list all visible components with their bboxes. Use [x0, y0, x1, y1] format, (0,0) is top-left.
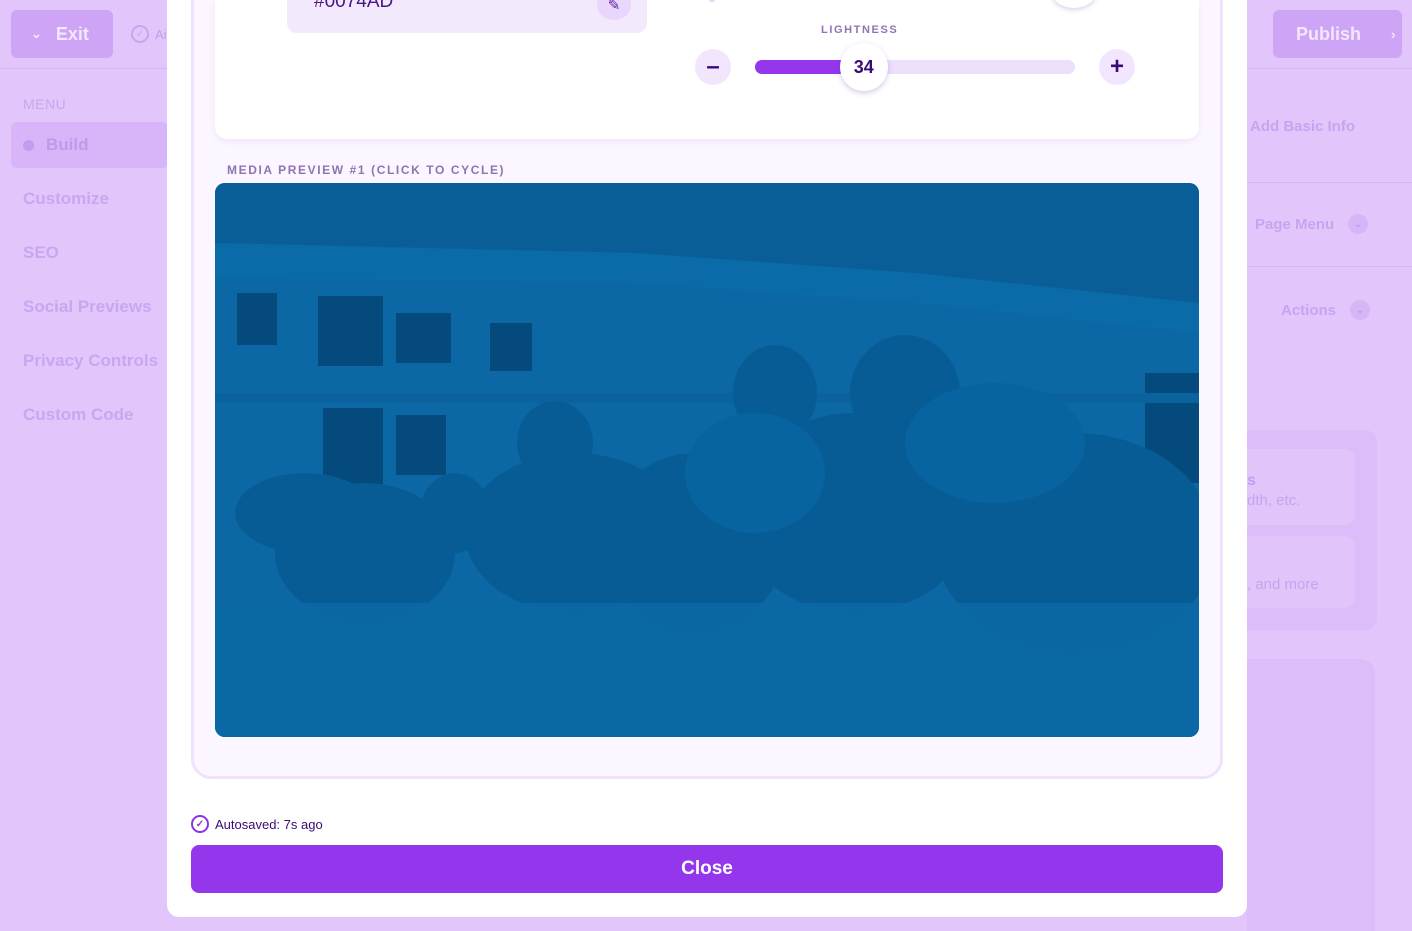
hex-value: #0074AD [314, 0, 394, 12]
actions-dropdown[interactable]: Actions ⌄ [1281, 300, 1371, 320]
sidebar-item-label: Customize [23, 189, 109, 208]
sidebar-item-build[interactable]: Build [11, 122, 168, 168]
close-button[interactable]: Close [191, 845, 1223, 893]
chevron-right-icon: › [1391, 26, 1396, 42]
lightness-slider-thumb[interactable]: 34 [839, 43, 888, 91]
minus-icon: – [706, 53, 720, 80]
publish-button[interactable]: Publish › [1273, 10, 1402, 58]
lightness-label: LIGHTNESS [821, 24, 899, 36]
publish-label: Publish [1296, 23, 1362, 44]
menu-heading: MENU [23, 96, 67, 112]
upper-slider-thumb[interactable] [1051, 0, 1097, 8]
lightness-slider-track[interactable] [755, 60, 1075, 74]
active-dot-icon [23, 139, 34, 151]
eyedropper-icon[interactable]: ✎ [597, 0, 631, 20]
exit-label: Exit [55, 23, 89, 44]
chevron-down-icon: ⌄ [31, 26, 42, 41]
top-autosave-label: Ai [155, 26, 167, 42]
lightness-value: 34 [853, 56, 874, 77]
color-settings-modal: #0074AD ✎ LIGHTNESS – 34 + MEDIA PREVIEW… [167, 0, 1247, 917]
sidebar-item-label: SEO [23, 243, 59, 262]
sidebar-item-custom-code[interactable]: Custom Code [11, 392, 168, 438]
sidebar-item-label: Privacy Controls [23, 351, 159, 370]
sidebar-item-social-previews[interactable]: Social Previews [11, 284, 168, 330]
add-basic-info-label: Add Basic Info [1250, 118, 1356, 135]
lightness-increase-button[interactable]: + [1099, 49, 1135, 85]
right-card-1-title: s [1247, 472, 1256, 489]
top-autosave-status: ✓ Ai [131, 25, 167, 43]
right-panel: Add Basic Info Page Menu ⌄ Actions ⌄ s d… [1247, 69, 1412, 931]
sidebar-item-label: Build [46, 135, 89, 154]
slider-knob-edge [708, 0, 716, 2]
color-picker-card: #0074AD ✎ LIGHTNESS – 34 + [215, 0, 1199, 139]
sidebar-item-seo[interactable]: SEO [11, 230, 168, 276]
right-divider [1247, 182, 1412, 183]
sidebar-item-customize[interactable]: Customize [11, 176, 168, 222]
sidebar-item-label: Custom Code [23, 405, 134, 424]
page-menu-dropdown[interactable]: Page Menu ⌄ [1255, 214, 1369, 234]
page-menu-label: Page Menu [1255, 215, 1335, 233]
sidebar: MENU Build Customize SEO Social Previews… [0, 69, 168, 931]
media-preview-photo [215, 183, 1199, 737]
right-lower-card [1247, 659, 1375, 931]
right-card-1[interactable] [1247, 449, 1355, 525]
media-preview-image[interactable] [215, 183, 1199, 737]
close-label: Close [681, 858, 733, 879]
check-circle-icon: ✓ [131, 25, 149, 43]
sidebar-item-privacy-controls[interactable]: Privacy Controls [11, 338, 168, 384]
right-card-1-sub: dth, etc. [1247, 492, 1301, 509]
sidebar-item-label: Social Previews [23, 297, 152, 316]
right-card-2[interactable] [1247, 536, 1355, 608]
lightness-decrease-button[interactable]: – [695, 49, 731, 85]
right-divider [1247, 266, 1412, 267]
actions-label: Actions [1281, 301, 1337, 319]
chevron-down-icon: ⌄ [1350, 300, 1371, 320]
check-circle-icon: ✓ [191, 815, 209, 833]
autosave-text: Autosaved: 7s ago [215, 816, 323, 832]
hex-input[interactable]: #0074AD ✎ [287, 0, 647, 33]
exit-button[interactable]: ⌄ Exit [11, 10, 113, 58]
autosave-status: ✓ Autosaved: 7s ago [191, 815, 323, 833]
plus-icon: + [1109, 53, 1124, 80]
add-basic-info-link[interactable]: Add Basic Info [1250, 118, 1355, 135]
right-card-2-sub: , and more [1247, 576, 1319, 593]
chevron-down-icon: ⌄ [1348, 214, 1369, 234]
media-preview-label: MEDIA PREVIEW #1 (CLICK TO CYCLE) [227, 163, 506, 177]
